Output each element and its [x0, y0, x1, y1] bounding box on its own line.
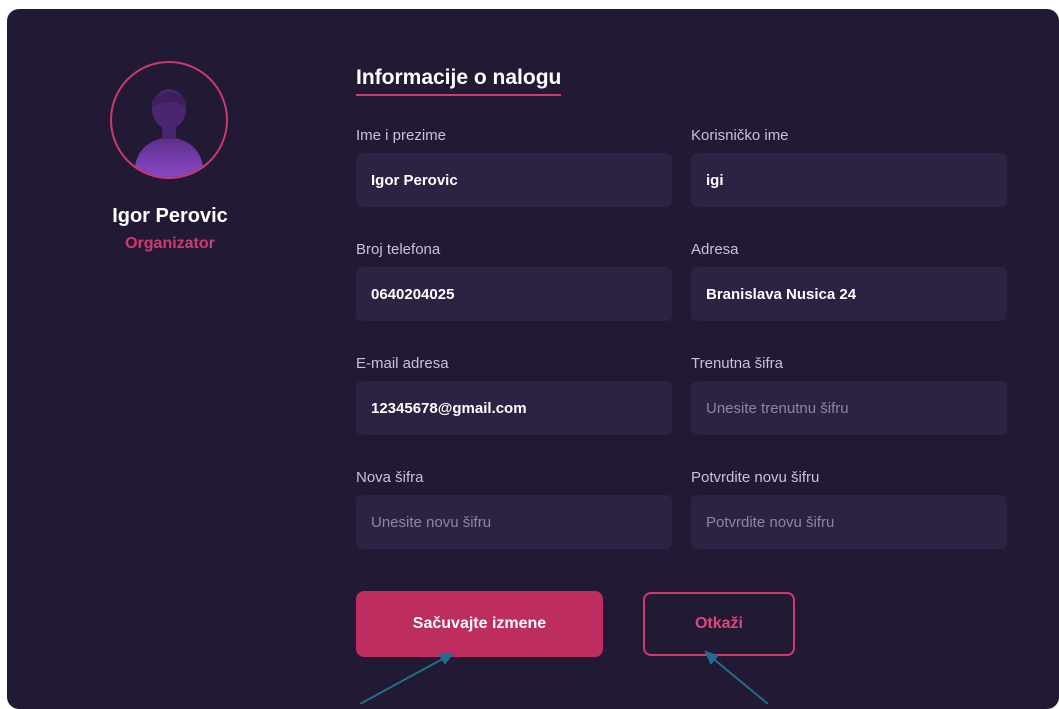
- save-changes-button[interactable]: Sačuvajte izmene: [356, 591, 603, 657]
- user-avatar-icon: [110, 61, 228, 179]
- email-input[interactable]: [356, 381, 672, 435]
- phone-input[interactable]: [356, 267, 672, 321]
- section-title: Informacije o nalogu: [356, 66, 562, 96]
- username-input[interactable]: [691, 153, 1007, 207]
- username-label: Korisničko ime: [691, 127, 789, 144]
- address-label: Adresa: [691, 241, 739, 258]
- current-password-input[interactable]: [691, 381, 1007, 435]
- address-input[interactable]: [691, 267, 1007, 321]
- confirm-password-label: Potvrdite novu šifru: [691, 469, 820, 486]
- confirm-password-input[interactable]: [691, 495, 1007, 549]
- email-label: E-mail adresa: [356, 355, 449, 372]
- new-password-input[interactable]: [356, 495, 672, 549]
- phone-label: Broj telefona: [356, 241, 441, 258]
- full-name-input[interactable]: [356, 153, 672, 207]
- cancel-button[interactable]: Otkaži: [643, 592, 795, 656]
- user-name: Igor Perovic: [112, 205, 228, 227]
- new-password-label: Nova šifra: [356, 469, 424, 486]
- user-role: Organizator: [125, 235, 215, 252]
- current-password-label: Trenutna šifra: [691, 355, 783, 372]
- full-name-label: Ime i prezime: [356, 127, 447, 144]
